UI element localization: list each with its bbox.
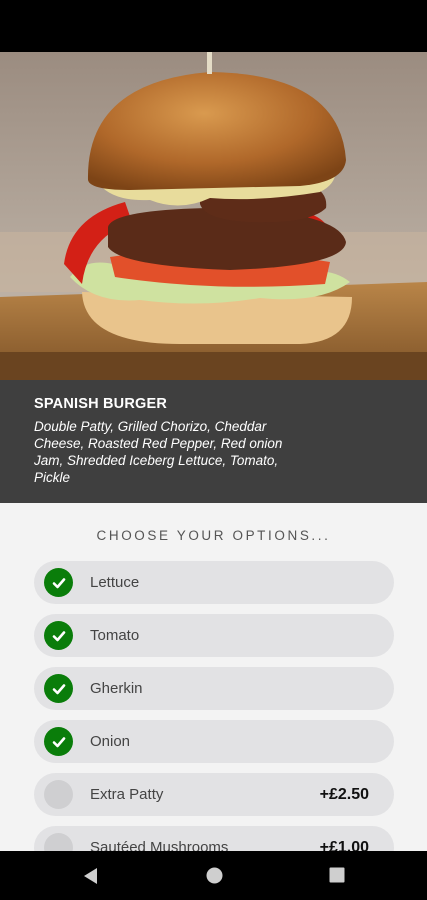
- option-label: Lettuce: [90, 574, 140, 591]
- android-navigation-bar: [0, 851, 427, 900]
- option-gherkin[interactable]: Gherkin: [34, 667, 394, 710]
- options-list: Lettuce Tomato Gherkin Onion Extra Patty…: [34, 561, 394, 851]
- unchecked-circle-icon[interactable]: [44, 833, 73, 851]
- product-image: [0, 52, 427, 380]
- product-info-panel: SPANISH BURGER Double Patty, Grilled Cho…: [0, 380, 427, 503]
- option-label: Extra Patty: [90, 786, 164, 803]
- option-extra-patty[interactable]: Extra Patty +£2.50: [34, 773, 394, 816]
- checkmark-icon[interactable]: [44, 674, 73, 703]
- checkmark-icon[interactable]: [44, 727, 73, 756]
- option-sauteed-mushrooms[interactable]: Sautéed Mushrooms +£1.00: [34, 826, 394, 851]
- recents-square-icon[interactable]: [329, 867, 345, 888]
- options-section: CHOOSE YOUR OPTIONS... Lettuce Tomato Gh…: [0, 503, 427, 851]
- option-label: Tomato: [90, 627, 140, 644]
- checkmark-icon[interactable]: [44, 568, 73, 597]
- back-triangle-icon[interactable]: [83, 867, 99, 890]
- home-circle-icon[interactable]: [206, 867, 223, 889]
- option-lettuce[interactable]: Lettuce: [34, 561, 394, 604]
- status-bar: [0, 0, 427, 52]
- option-label: Gherkin: [90, 680, 143, 697]
- option-onion[interactable]: Onion: [34, 720, 394, 763]
- options-heading: CHOOSE YOUR OPTIONS...: [96, 528, 331, 543]
- option-label: Onion: [90, 733, 131, 750]
- option-label: Sautéed Mushrooms: [90, 839, 229, 851]
- option-tomato[interactable]: Tomato: [34, 614, 394, 657]
- unchecked-circle-icon[interactable]: [44, 780, 73, 809]
- checkmark-icon[interactable]: [44, 621, 73, 650]
- product-title: SPANISH BURGER: [34, 396, 168, 412]
- product-description: Double Patty, Grilled Chorizo, Cheddar C…: [34, 419, 283, 485]
- option-price: +£2.50: [319, 785, 369, 803]
- option-price: +£1.00: [319, 838, 369, 852]
